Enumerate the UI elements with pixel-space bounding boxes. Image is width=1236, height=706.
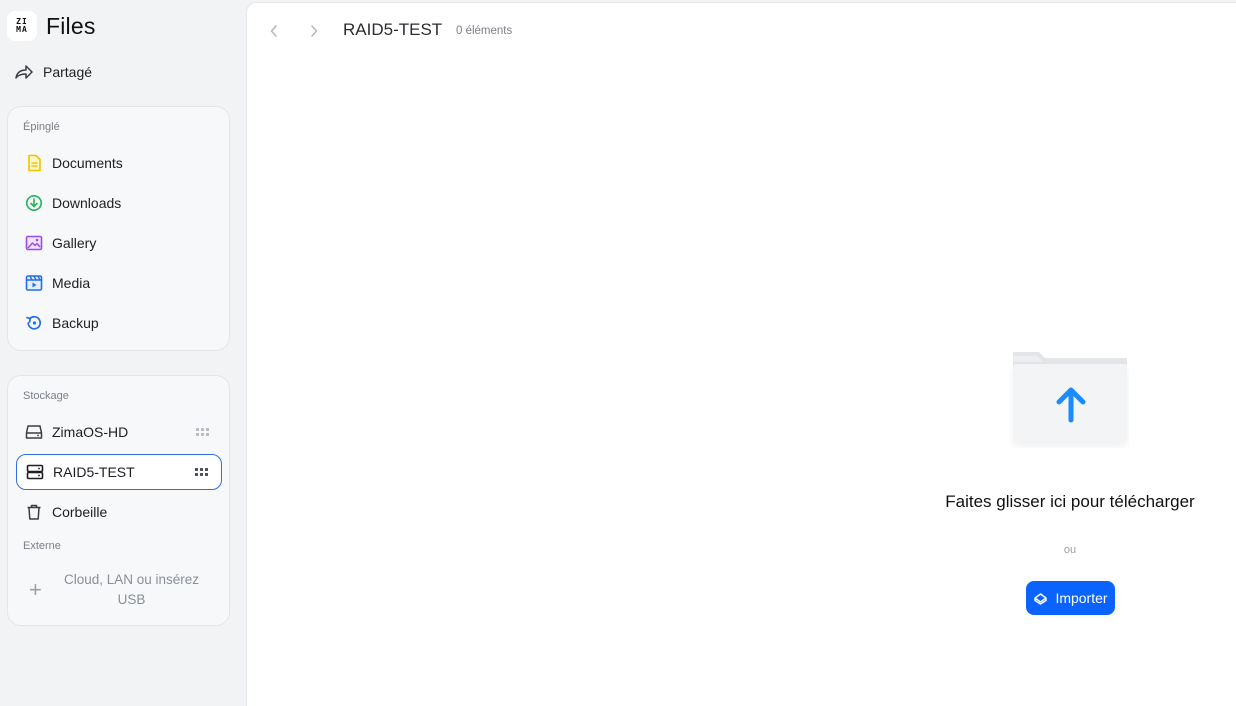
sidebar-item-label: Backup: [52, 315, 99, 331]
backup-icon: [24, 313, 44, 333]
external-section-label: Externe: [23, 540, 61, 552]
main-panel: RAID5-TEST 0 éléments Faites glisser ici…: [246, 2, 1236, 706]
sidebar-item-trash[interactable]: Corbeille: [16, 494, 222, 530]
app-title: Files: [46, 12, 96, 39]
drag-handle-icon[interactable]: [196, 427, 210, 437]
app-header: ZI MA Files: [7, 11, 96, 41]
sidebar-item-label: RAID5-TEST: [53, 464, 135, 480]
drag-handle-icon[interactable]: [195, 467, 209, 477]
media-icon: [24, 273, 44, 293]
download-icon: [24, 193, 44, 213]
document-icon: [24, 153, 44, 173]
sidebar-item-documents[interactable]: Documents: [16, 145, 222, 181]
drive-icon: [24, 422, 44, 442]
toolbar: RAID5-TEST 0 éléments: [247, 3, 1236, 59]
sidebar-item-zimaos-hd[interactable]: ZimaOS-HD: [16, 414, 222, 450]
or-separator: ou: [1063, 544, 1077, 556]
sidebar-item-backup[interactable]: Backup: [16, 305, 222, 341]
sidebar-item-label: ZimaOS-HD: [52, 424, 129, 440]
sidebar-item-label: Corbeille: [52, 504, 108, 520]
sidebar-item-media[interactable]: Media: [16, 265, 222, 301]
sidebar-item-raid5-test[interactable]: RAID5-TEST: [16, 454, 222, 490]
sidebar-item-gallery[interactable]: Gallery: [16, 225, 222, 261]
forward-button[interactable]: [306, 23, 322, 39]
raid-icon: [25, 462, 45, 482]
chevron-left-icon: [270, 25, 277, 37]
sidebar-item-label: Documents: [52, 155, 123, 171]
add-external-storage-button[interactable]: + Cloud, LAN ou insérez USB: [16, 567, 222, 613]
import-button-label: Importer: [1055, 590, 1108, 606]
storage-card: Stockage ZimaOS-HD RAID5-TEST Corbeille …: [7, 375, 230, 626]
breadcrumb-title: RAID5-TEST: [343, 20, 443, 39]
zima-logo: ZI MA: [7, 11, 37, 41]
sidebar-item-label: Downloads: [52, 195, 122, 211]
plus-icon: +: [29, 577, 42, 602]
logo-bottom-text: MA: [16, 25, 28, 34]
item-count: 0 éléments: [456, 25, 513, 37]
sidebar-item-label: Gallery: [52, 235, 97, 251]
sidebar-item-label: Media: [52, 275, 91, 291]
pinned-section-label: Épinglé: [23, 121, 60, 133]
sidebar-item-label: Partagé: [43, 64, 93, 80]
chevron-right-icon: [311, 25, 318, 37]
sidebar: ZI MA Files Partagé Épinglé Documents Do…: [0, 0, 246, 706]
back-button[interactable]: [266, 23, 282, 39]
import-button[interactable]: Importer: [1026, 581, 1115, 615]
import-icon: [1034, 593, 1048, 605]
gallery-icon: [24, 233, 44, 253]
upload-folder-illustration: [1009, 348, 1129, 448]
sidebar-item-downloads[interactable]: Downloads: [16, 185, 222, 221]
storage-section-label: Stockage: [23, 390, 69, 402]
drop-zone-text: Faites glisser ici pour télécharger: [945, 492, 1195, 511]
share-icon: [15, 65, 33, 79]
sidebar-item-shared[interactable]: Partagé: [14, 60, 92, 84]
trash-icon: [24, 502, 44, 522]
pinned-card: Épinglé Documents Downloads Gallery Medi…: [7, 106, 230, 351]
add-external-label: Cloud, LAN ou insérez USB: [63, 572, 200, 607]
